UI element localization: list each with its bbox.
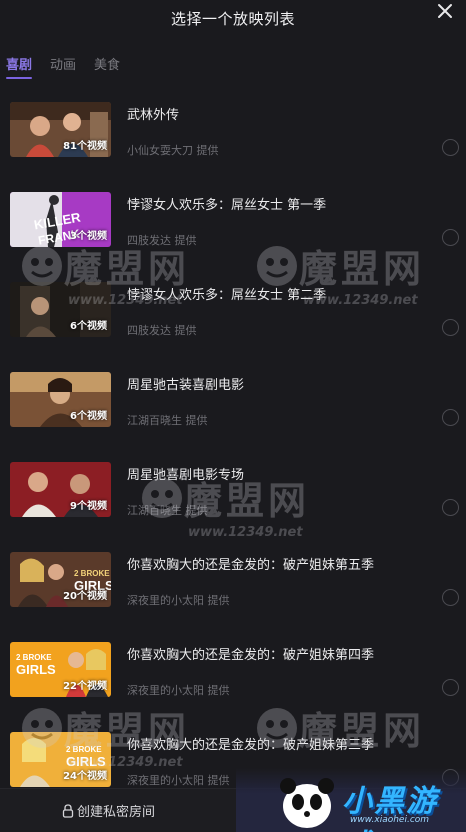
video-count: 24个视频 — [63, 771, 107, 782]
playlist-item[interactable]: KILLER FRANK 3个视频 悖谬女人欢乐多：屌丝女士 第一季 四肢发达 … — [0, 190, 466, 280]
video-count: 81个视频 — [63, 141, 107, 152]
brand-badge-url: www.xiaohei.com — [350, 815, 430, 825]
playlist-provider: 深夜里的小太阳 提供 — [127, 594, 230, 607]
playlist-thumbnail: 6个视频 — [10, 282, 111, 337]
select-radio[interactable] — [442, 319, 459, 336]
playlist-provider: 深夜里的小太阳 提供 — [127, 774, 230, 787]
playlist-picker-sheet: { "header": { "title": "选择一个放映列表", "clos… — [0, 0, 466, 832]
video-count: 6个视频 — [70, 411, 107, 422]
playlist-provider: 四肢发达 提供 — [127, 234, 197, 247]
playlist-thumbnail: 2 BROKE GIRLS 20个视频 — [10, 552, 111, 607]
brand-badge: 小黑游戏 www.xiaohei.com — [236, 768, 466, 832]
panda-mascot-icon — [280, 778, 334, 828]
playlist-item[interactable]: 2 BROKE GIRLS 22个视频 你喜欢胸大的还是金发的：破产姐妹第四季 … — [0, 640, 466, 730]
playlist-item[interactable]: 6个视频 周星驰古装喜剧电影 江湖百晓生 提供 — [0, 370, 466, 460]
playlist-provider: 江湖百晓生 提供 — [127, 504, 208, 517]
playlist-thumbnail: 81个视频 — [10, 102, 111, 157]
playlist-thumbnail: 9个视频 — [10, 462, 111, 517]
playlist-list: 81个视频 武林外传 小仙女耍大刀 提供 KILLER FRANK 3个视频 悖… — [0, 100, 466, 820]
select-radio[interactable] — [442, 499, 459, 516]
playlist-provider: 深夜里的小太阳 提供 — [127, 684, 230, 697]
video-count: 22个视频 — [63, 681, 107, 692]
video-count: 20个视频 — [63, 591, 107, 602]
close-icon — [438, 4, 452, 18]
playlist-item[interactable]: 2 BROKE GIRLS 20个视频 你喜欢胸大的还是金发的：破产姐妹第五季 … — [0, 550, 466, 640]
playlist-item[interactable]: 9个视频 周星驰喜剧电影专场 江湖百晓生 提供 — [0, 460, 466, 550]
lock-icon — [62, 803, 74, 818]
playlist-thumbnail: 2 BROKE GIRLS 22个视频 — [10, 642, 111, 697]
playlist-title: 周星驰喜剧电影专场 — [127, 468, 245, 483]
page-title: 选择一个放映列表 — [170, 9, 295, 28]
video-count: 6个视频 — [70, 321, 107, 332]
select-radio[interactable] — [442, 589, 459, 606]
thumb-caption-broke: 2 BROKE — [74, 569, 110, 578]
playlist-title: 武林外传 — [127, 108, 180, 123]
playlist-item[interactable]: 6个视频 悖谬女人欢乐多：屌丝女士 第二季 四肢发达 提供 — [0, 280, 466, 370]
playlist-title: 你喜欢胸大的还是金发的：破产姐妹第四季 — [127, 648, 375, 663]
select-radio[interactable] — [442, 679, 459, 696]
select-radio[interactable] — [442, 229, 459, 246]
thumb-caption-girls: GIRLS — [16, 662, 56, 677]
playlist-provider: 四肢发达 提供 — [127, 324, 197, 337]
playlist-thumbnail: 2 BROKE GIRLS 24个视频 — [10, 732, 111, 787]
tab-food[interactable]: 美食 — [94, 46, 120, 82]
playlist-title: 周星驰古装喜剧电影 — [127, 378, 245, 393]
sheet-header: 选择一个放映列表 — [0, 0, 466, 42]
playlist-title: 你喜欢胸大的还是金发的：破产姐妹第五季 — [127, 558, 375, 573]
playlist-thumbnail: KILLER FRANK 3个视频 — [10, 192, 111, 247]
select-radio[interactable] — [442, 409, 459, 426]
playlist-provider: 小仙女耍大刀 提供 — [127, 144, 219, 157]
video-count: 9个视频 — [70, 501, 107, 512]
tab-comedy[interactable]: 喜剧 — [6, 46, 33, 82]
select-radio[interactable] — [442, 139, 459, 156]
playlist-item[interactable]: 81个视频 武林外传 小仙女耍大刀 提供 — [0, 100, 466, 190]
category-tabs: 喜剧 动画 美食 — [0, 46, 466, 82]
playlist-title: 悖谬女人欢乐多：屌丝女士 第二季 — [127, 288, 327, 303]
thumb-caption-broke: 2 BROKE — [16, 653, 52, 662]
playlist-title: 你喜欢胸大的还是金发的：破产姐妹第三季 — [127, 738, 375, 753]
playlist-thumbnail: 6个视频 — [10, 372, 111, 427]
create-private-room-button[interactable]: 创建私密房间 — [62, 801, 155, 820]
playlist-title: 悖谬女人欢乐多：屌丝女士 第一季 — [127, 198, 327, 213]
close-button[interactable] — [434, 0, 456, 22]
tab-animation[interactable]: 动画 — [50, 46, 76, 82]
private-room-label: 创建私密房间 — [77, 805, 156, 820]
video-count: 3个视频 — [70, 231, 107, 242]
thumb-caption-broke: 2 BROKE — [66, 745, 102, 754]
playlist-provider: 江湖百晓生 提供 — [127, 414, 208, 427]
